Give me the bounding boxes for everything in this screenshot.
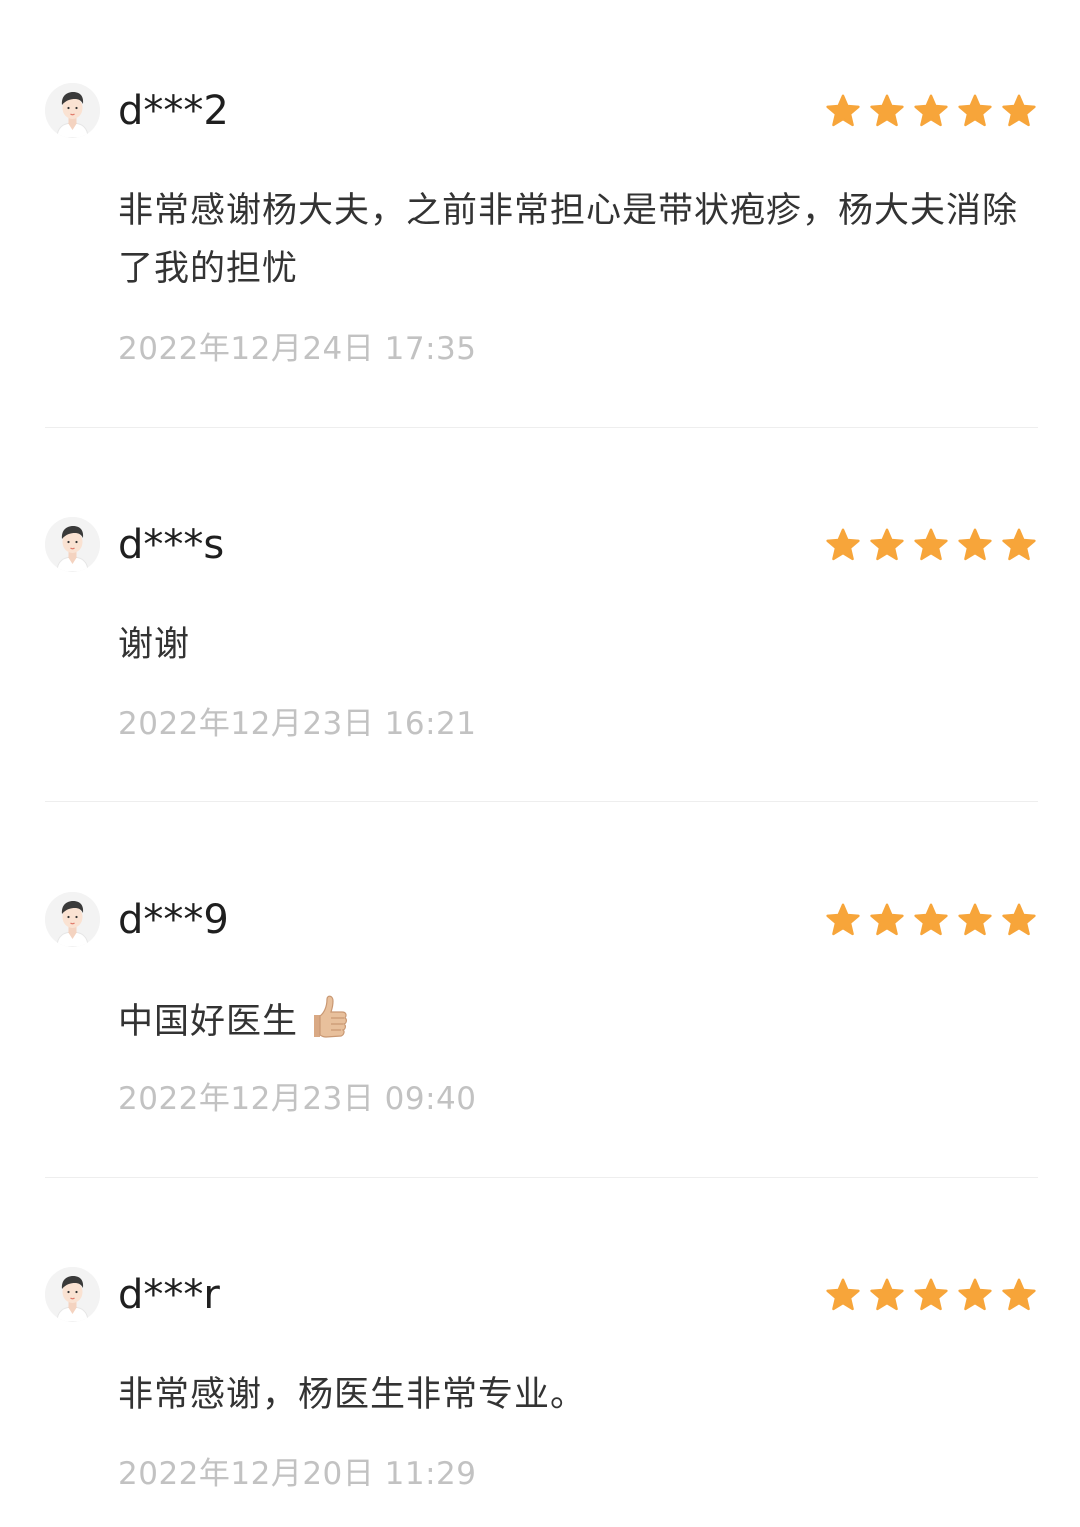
review-username: d***2 bbox=[118, 88, 229, 134]
star-icon bbox=[958, 94, 992, 127]
review-date: 2022年12月23日 16:21 bbox=[118, 706, 477, 742]
star-icon bbox=[870, 1278, 904, 1311]
star-rating bbox=[825, 902, 1037, 938]
review-date: 2022年12月20日 11:29 bbox=[118, 1456, 477, 1492]
review-date: 2022年12月23日 09:40 bbox=[118, 1081, 477, 1117]
star-rating bbox=[825, 93, 1037, 129]
user-avatar-icon bbox=[45, 892, 100, 947]
star-icon bbox=[914, 1278, 948, 1311]
review-date: 2022年12月24日 17:35 bbox=[118, 331, 477, 367]
star-icon bbox=[826, 1278, 860, 1311]
star-icon bbox=[914, 94, 948, 127]
review-username: d***s bbox=[118, 522, 225, 568]
star-icon bbox=[958, 528, 992, 561]
star-icon bbox=[870, 94, 904, 127]
reviews-page: d***2 非常感谢杨大夫，之前非常担心是带状疱疹，杨大夫消除了我的担忧 202… bbox=[0, 0, 1080, 1527]
review-text: 谢谢 bbox=[118, 625, 191, 665]
star-icon bbox=[1002, 903, 1036, 936]
divider bbox=[45, 801, 1038, 802]
divider bbox=[45, 427, 1038, 428]
star-icon bbox=[870, 528, 904, 561]
review-username: d***r bbox=[118, 1272, 220, 1318]
star-icon bbox=[1002, 528, 1036, 561]
star-icon bbox=[870, 903, 904, 936]
star-icon bbox=[1002, 1278, 1036, 1311]
star-icon bbox=[1002, 94, 1036, 127]
star-icon bbox=[826, 94, 860, 127]
star-rating bbox=[825, 527, 1037, 563]
star-icon bbox=[958, 903, 992, 936]
review-username: d***9 bbox=[118, 897, 229, 943]
user-avatar-icon bbox=[45, 517, 100, 572]
thumbs-up-emoji-icon bbox=[300, 991, 350, 1059]
star-icon bbox=[958, 1278, 992, 1311]
review-text: 中国好医生 bbox=[118, 991, 1033, 1059]
user-avatar-icon bbox=[45, 83, 100, 138]
star-icon bbox=[826, 903, 860, 936]
star-rating bbox=[825, 1277, 1037, 1313]
star-icon bbox=[914, 903, 948, 936]
divider bbox=[45, 1177, 1038, 1178]
review-text-content: 中国好医生 bbox=[118, 1002, 299, 1042]
review-text: 非常感谢，杨医生非常专业。 bbox=[118, 1375, 587, 1415]
review-text: 非常感谢杨大夫，之前非常担心是带状疱疹，杨大夫消除了我的担忧 bbox=[118, 191, 1019, 289]
star-icon bbox=[914, 528, 948, 561]
user-avatar-icon bbox=[45, 1267, 100, 1322]
star-icon bbox=[826, 528, 860, 561]
